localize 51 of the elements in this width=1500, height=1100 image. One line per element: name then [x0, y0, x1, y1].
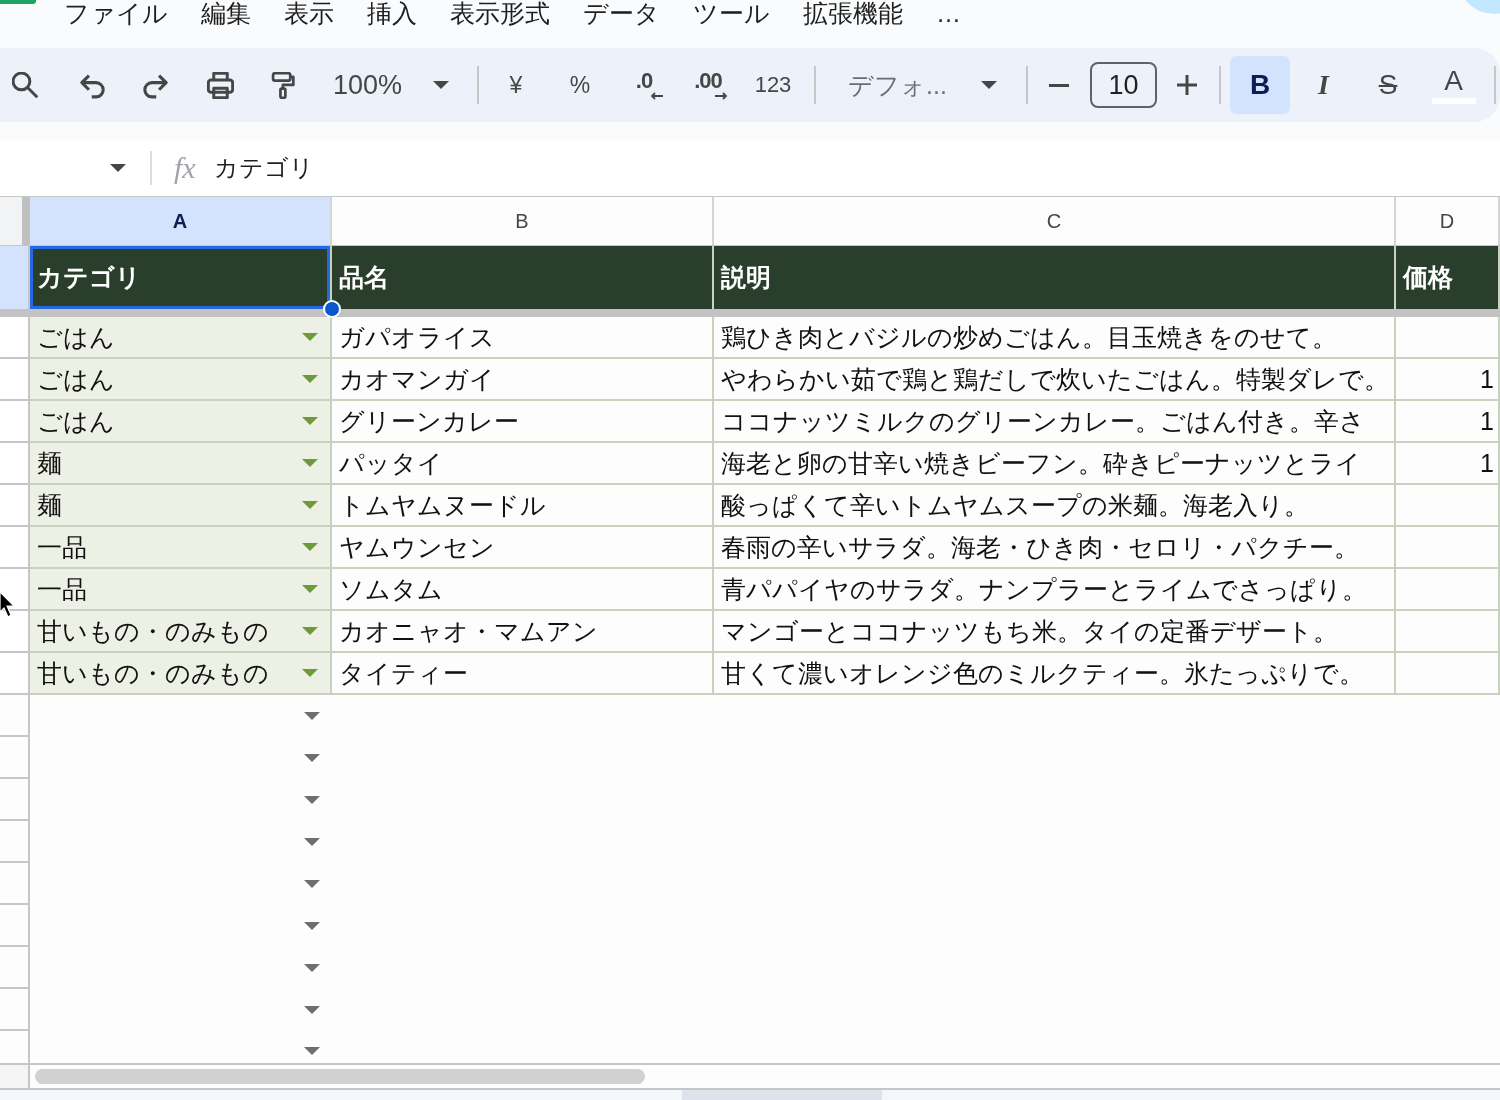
menu-item[interactable]: 挿入 [367, 0, 417, 26]
category-dropdown[interactable]: 一品 [30, 527, 332, 569]
formula-field[interactable]: カテゴリ [213, 146, 1500, 190]
text-color-button[interactable]: A [1427, 56, 1480, 114]
caret-icon [110, 164, 126, 172]
header-cell: 品名 [332, 246, 714, 309]
menu-item[interactable]: 拡張機能 [803, 0, 903, 26]
logo-icon [0, 0, 36, 4]
menu-item[interactable]: ツール [693, 0, 770, 26]
currency-button[interactable]: ¥ [494, 60, 538, 110]
paint-roller-icon [269, 71, 297, 99]
category-dropdown[interactable]: 一品 [30, 569, 332, 611]
printer-icon [206, 71, 234, 99]
arrow-right-icon [714, 92, 728, 100]
minus-icon [1049, 83, 1069, 87]
caret-icon [433, 81, 449, 89]
menu-item[interactable]: ファイル [64, 0, 168, 26]
bold-button[interactable]: B [1230, 56, 1290, 114]
italic-button[interactable]: I [1297, 56, 1350, 114]
header-cell: 説明 [714, 246, 1396, 309]
category-dropdown[interactable]: 甘いもの・のみもの [30, 653, 332, 695]
sheet-tab[interactable] [682, 1090, 882, 1100]
category-dropdown[interactable]: ごはん [30, 401, 332, 443]
increase-decimal-button[interactable]: .00 [686, 60, 730, 110]
search-icon [11, 71, 39, 99]
percent-button[interactable]: % [558, 60, 602, 110]
header-cell: カテゴリ [30, 246, 332, 309]
menu-item[interactable]: 表示 [284, 0, 334, 26]
menu-item[interactable]: 編集 [201, 0, 251, 26]
scrollbar-thumb[interactable] [35, 1069, 645, 1084]
header-cell: 価格 [1396, 246, 1500, 309]
format-button[interactable]: 123 [750, 60, 796, 110]
caret-icon [981, 81, 997, 89]
category-dropdown[interactable]: ごはん [30, 359, 332, 401]
menu-item[interactable]: データ [583, 0, 660, 26]
category-dropdown[interactable]: ごはん [30, 317, 332, 359]
arrow-left-icon [650, 92, 664, 100]
font-dropdown[interactable]: デフォ... [836, 63, 1011, 107]
decrease-decimal-button[interactable]: .0 [622, 60, 666, 110]
fx-icon: fx [174, 151, 196, 185]
menu-item[interactable]: … [936, 0, 961, 26]
zoom-dropdown[interactable]: 100% [323, 63, 463, 107]
plus-icon [1177, 75, 1197, 95]
column-header[interactable]: A [30, 197, 332, 245]
font-size-field[interactable]: 10 [1090, 62, 1157, 108]
menu-item[interactable]: 表示形式 [450, 0, 550, 26]
category-dropdown[interactable]: 甘いもの・のみもの [30, 611, 332, 653]
select-all-button[interactable] [0, 197, 30, 245]
category-dropdown[interactable]: 麺 [30, 443, 332, 485]
strikethrough-button[interactable]: S [1362, 56, 1414, 114]
category-dropdown[interactable]: 麺 [30, 485, 332, 527]
